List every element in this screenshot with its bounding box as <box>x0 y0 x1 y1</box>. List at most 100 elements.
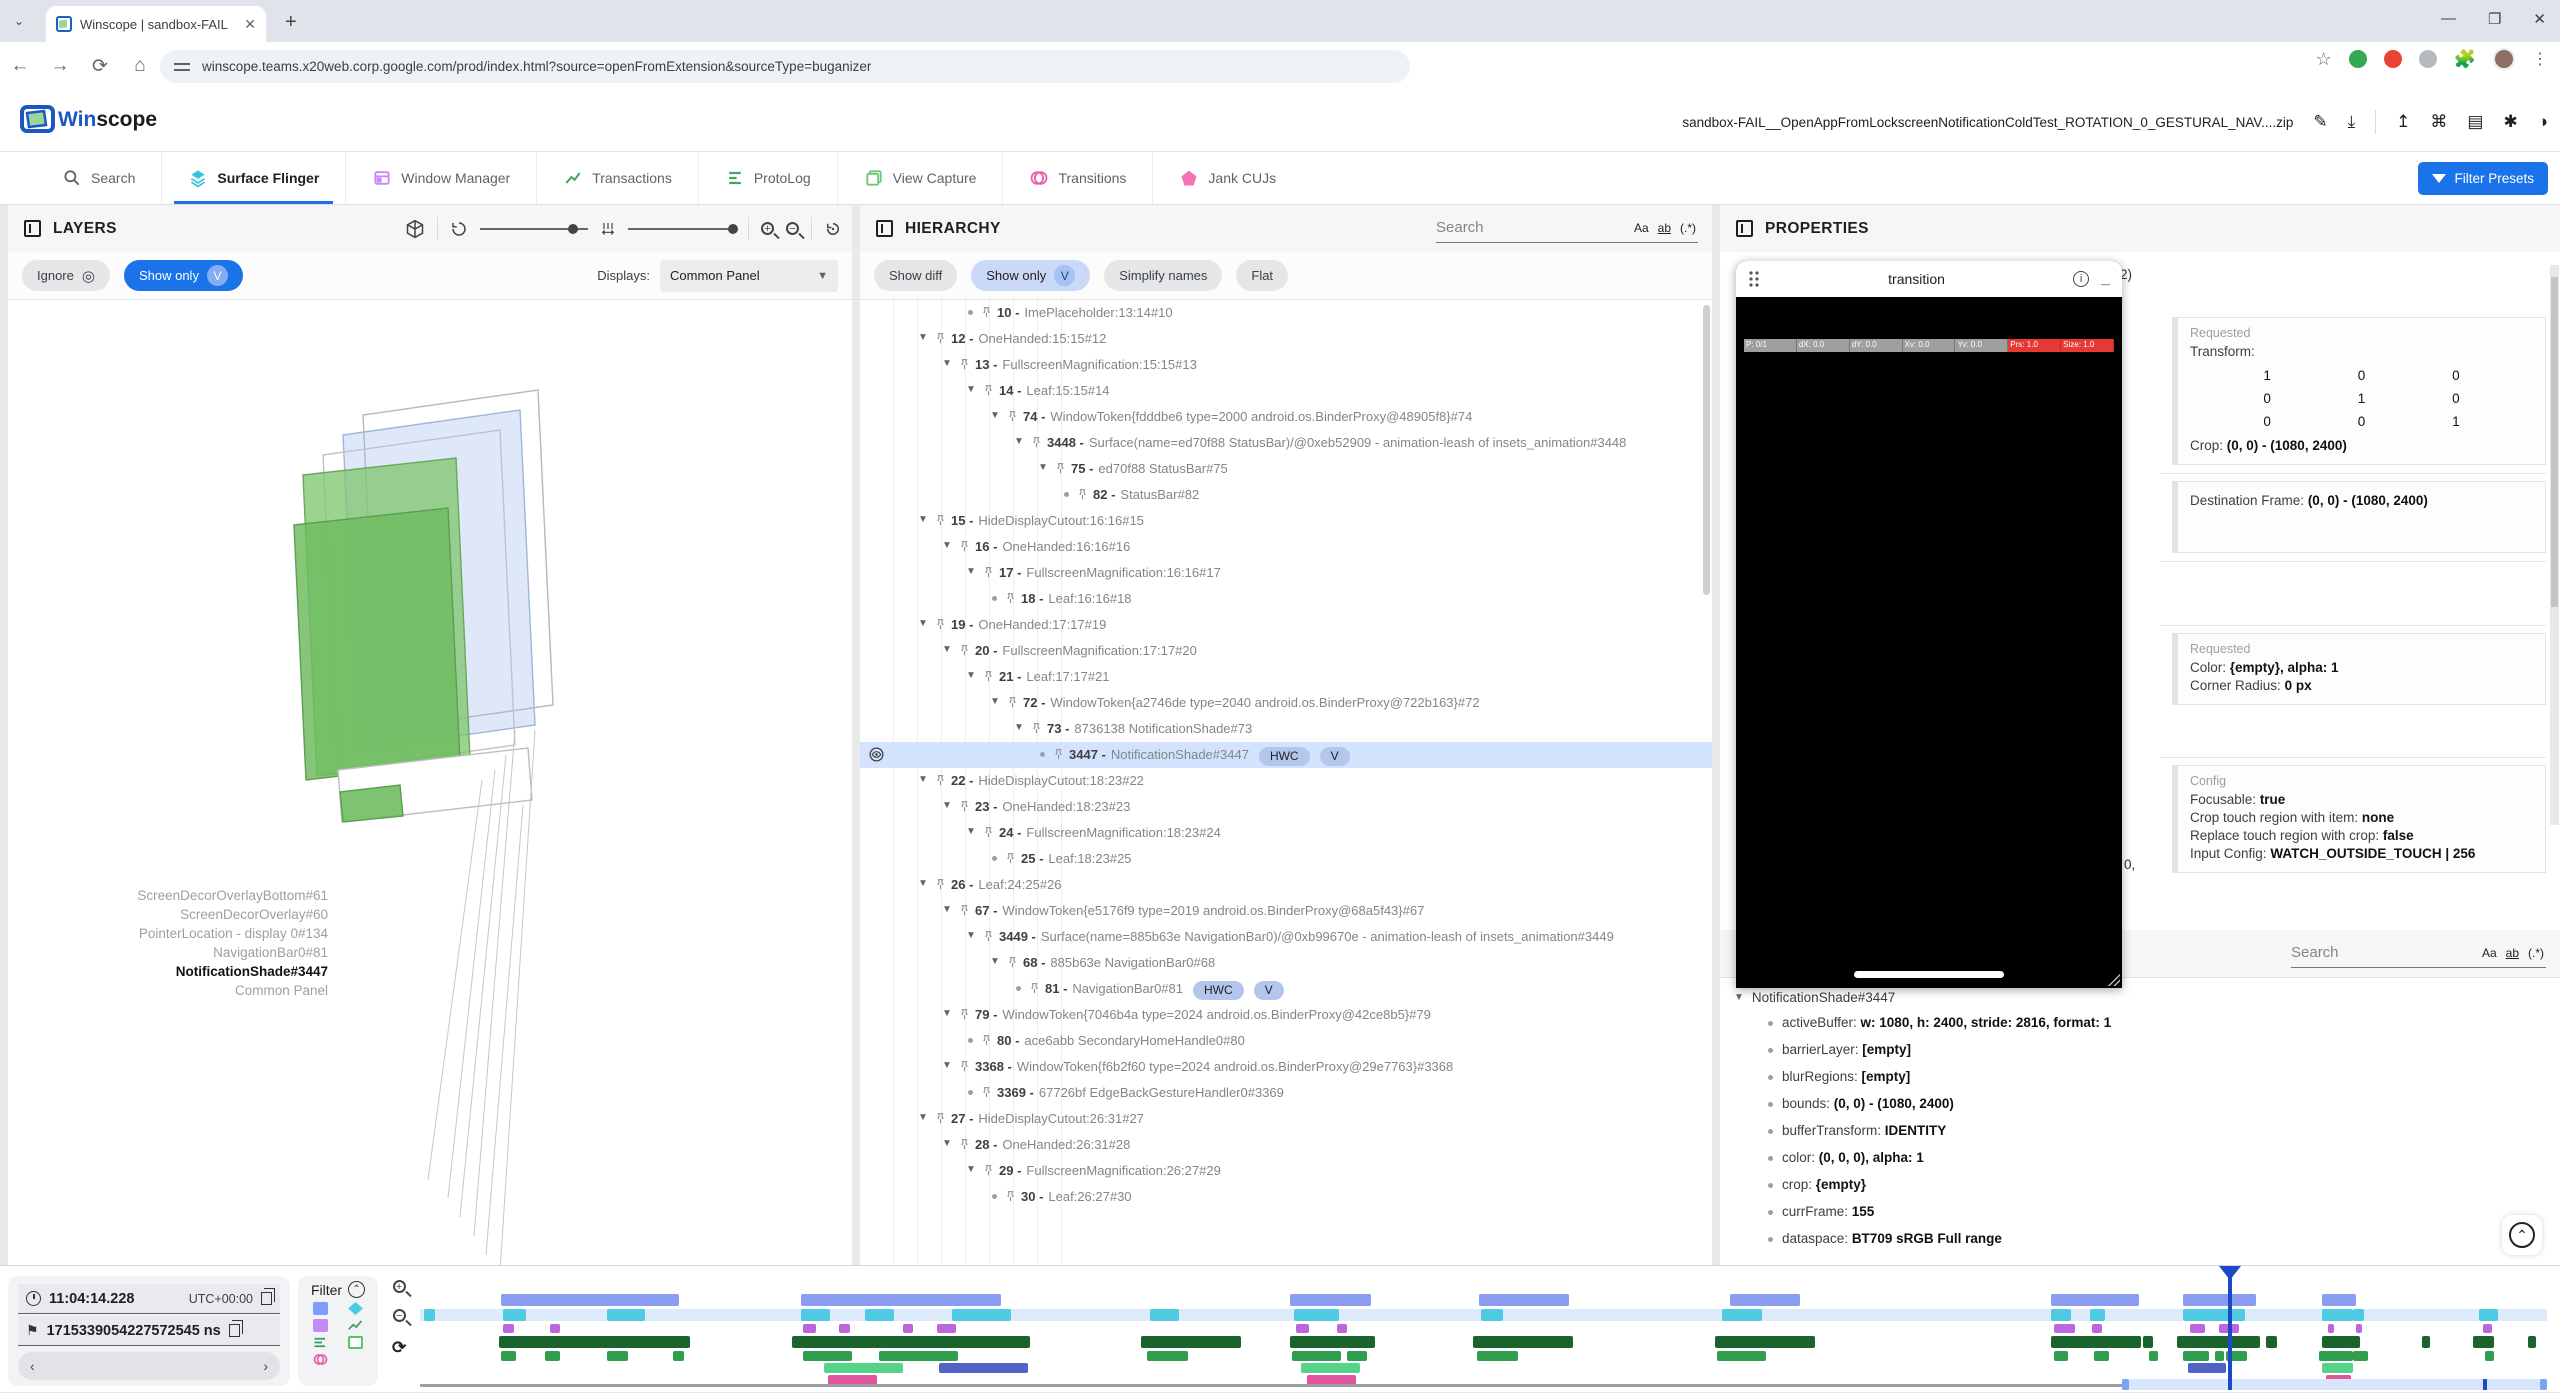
back-icon[interactable]: ← <box>0 55 40 77</box>
hierarchy-scrollbar[interactable] <box>1703 305 1710 595</box>
simplify-names-chip[interactable]: Simplify names <box>1104 260 1222 291</box>
collapse-panel-icon[interactable] <box>876 220 893 237</box>
chevron-down-icon[interactable]: ▼ <box>1038 462 1052 475</box>
pin-icon[interactable] <box>1004 852 1017 865</box>
drag-handle-icon[interactable] <box>1748 270 1760 288</box>
chevron-down-icon[interactable]: ▼ <box>966 566 980 579</box>
tree-row[interactable]: ▼17 -FullscreenMagnification:16:16#17 <box>860 560 1712 586</box>
copy-icon[interactable] <box>261 1292 272 1305</box>
pin-icon[interactable] <box>980 1086 993 1099</box>
pin-icon[interactable] <box>958 644 971 657</box>
chevron-down-icon[interactable]: ▼ <box>1734 992 1744 1003</box>
tree-row[interactable]: 30 -Leaf:26:27#30 <box>860 1184 1712 1210</box>
url-bar[interactable]: winscope.teams.x20web.corp.google.com/pr… <box>160 50 1410 83</box>
chevron-down-icon[interactable]: ▼ <box>918 514 932 527</box>
tab-jank-cujs[interactable]: Jank CUJs <box>1152 152 1302 204</box>
upload-icon[interactable]: ↥ <box>2396 112 2410 132</box>
pin-icon[interactable] <box>1076 488 1089 501</box>
pin-icon[interactable] <box>934 1112 947 1125</box>
reload-icon[interactable]: ⟳ <box>80 55 120 78</box>
layer-label[interactable]: ScreenDecorOverlayBottom#61 <box>137 888 328 903</box>
tree-row[interactable]: ▼16 -OneHanded:16:16#16 <box>860 534 1712 560</box>
chevron-down-icon[interactable]: ▼ <box>966 670 980 683</box>
tab-search[interactable]: Search <box>36 152 161 204</box>
extension-green-icon[interactable] <box>2349 50 2367 68</box>
chevron-down-icon[interactable]: ▼ <box>942 644 956 657</box>
match-case-icon[interactable]: Aa <box>2482 946 2497 960</box>
property-row[interactable]: bufferTransform: IDENTITY <box>1720 1117 2560 1144</box>
timeline-tracks[interactable] <box>420 1266 2547 1393</box>
download-icon[interactable]: ⤓ <box>2348 112 2356 132</box>
report-bug-icon[interactable]: ✱ <box>2503 112 2517 132</box>
tree-row[interactable]: ▼12 -OneHanded:15:15#12 <box>860 326 1712 352</box>
tree-row[interactable]: 10 -ImePlaceholder:13:14#10 <box>860 300 1712 326</box>
copy-icon[interactable] <box>229 1324 240 1337</box>
site-settings-icon[interactable] <box>174 60 190 74</box>
range-handle-right[interactable] <box>2540 1379 2547 1390</box>
pin-icon[interactable] <box>958 1008 971 1021</box>
swirl-icon[interactable] <box>313 1353 328 1366</box>
tab-window-manager[interactable]: Window Manager <box>345 152 536 204</box>
pin-icon[interactable] <box>1006 410 1019 423</box>
visibility-eye-icon[interactable] <box>868 746 885 763</box>
tree-row[interactable]: ▼75 -ed70f88 StatusBar#75 <box>860 456 1712 482</box>
tree-row[interactable]: ▼74 -WindowToken{fdddbe6 type=2000 andro… <box>860 404 1712 430</box>
chevron-down-icon[interactable]: ▼ <box>918 774 932 787</box>
chevron-down-icon[interactable]: ▼ <box>1014 436 1028 449</box>
tree-row[interactable]: ▼3449 -Surface(name=885b63e NavigationBa… <box>860 924 1712 950</box>
tree-row[interactable]: 3447 -NotificationShade#3447HWCV <box>860 742 1712 768</box>
tree-row[interactable]: ▼13 -FullscreenMagnification:15:15#13 <box>860 352 1712 378</box>
tree-row[interactable]: ▼27 -HideDisplayCutout:26:31#27 <box>860 1106 1712 1132</box>
collapse-panel-icon[interactable] <box>1736 220 1753 237</box>
show-diff-chip[interactable]: Show diff <box>874 260 957 291</box>
pin-icon[interactable] <box>958 904 971 917</box>
property-row[interactable]: activeBuffer: w: 1080, h: 2400, stride: … <box>1720 1009 2560 1036</box>
chevron-down-icon[interactable]: ▼ <box>942 1138 956 1151</box>
timeline-zoom-in-icon[interactable] <box>393 1280 406 1293</box>
scroll-to-top-button[interactable]: ⌃ <box>2502 1215 2542 1255</box>
layer-label[interactable]: ScreenDecorOverlay#60 <box>180 907 328 922</box>
collapse-filter-icon[interactable]: ⌃ <box>348 1281 365 1298</box>
tree-row[interactable]: ▼67 -WindowToken{e5176f9 type=2019 andro… <box>860 898 1712 924</box>
chevron-down-icon[interactable]: ▼ <box>966 384 980 397</box>
tab-transitions[interactable]: Transitions <box>1002 152 1152 204</box>
frames-icon[interactable] <box>348 1336 363 1349</box>
displays-select[interactable]: Common Panel▼ <box>660 260 838 292</box>
tree-row[interactable]: ▼24 -FullscreenMagnification:18:23#24 <box>860 820 1712 846</box>
match-word-icon[interactable]: ab <box>2506 946 2519 960</box>
chevron-down-icon[interactable]: ▼ <box>942 1008 956 1021</box>
chevron-down-icon[interactable]: ▼ <box>990 696 1004 709</box>
collapse-panel-icon[interactable] <box>24 220 41 237</box>
chevron-down-icon[interactable]: ▼ <box>942 904 956 917</box>
pin-icon[interactable] <box>982 566 995 579</box>
chart-icon[interactable] <box>348 1319 363 1332</box>
3d-cube-icon[interactable] <box>405 219 425 239</box>
tab-search-icon[interactable]: ⌄ <box>14 14 24 28</box>
layers-3d-view[interactable]: ScreenDecorOverlayBottom#61 ScreenDecorOv… <box>8 300 852 1265</box>
chevron-down-icon[interactable]: ▼ <box>918 1112 932 1125</box>
chevron-down-icon[interactable]: ▼ <box>942 358 956 371</box>
range-handle-left[interactable] <box>2122 1379 2129 1390</box>
layer-label[interactable]: NavigationBar0#81 <box>213 945 328 960</box>
tree-row[interactable]: ▼68 -885b63e NavigationBar0#68 <box>860 950 1712 976</box>
dark-mode-icon[interactable]: ◑ <box>2538 112 2548 132</box>
spacing-icon[interactable] <box>600 220 616 238</box>
maximize-window-icon[interactable]: ❐ <box>2488 10 2501 28</box>
bookmark-star-icon[interactable]: ☆ <box>2315 49 2331 70</box>
rotation-slider[interactable] <box>480 228 588 230</box>
match-word-icon[interactable]: ab <box>1658 221 1671 235</box>
layer-label[interactable]: PointerLocation - display 0#134 <box>139 926 328 941</box>
pin-icon[interactable] <box>958 1138 971 1151</box>
tree-row[interactable]: ▼26 -Leaf:24:25#26 <box>860 872 1712 898</box>
rotate-icon[interactable] <box>450 220 468 238</box>
tree-row[interactable]: ▼29 -FullscreenMagnification:26:27#29 <box>860 1158 1712 1184</box>
pin-icon[interactable] <box>1030 722 1043 735</box>
tab-protolog[interactable]: ProtoLog <box>698 152 837 204</box>
show-only-chip[interactable]: Show only V <box>971 260 1090 291</box>
tree-row[interactable]: ▼20 -FullscreenMagnification:17:17#20 <box>860 638 1712 664</box>
pin-icon[interactable] <box>934 878 947 891</box>
pin-icon[interactable] <box>1006 696 1019 709</box>
chevron-down-icon[interactable]: ▼ <box>942 800 956 813</box>
property-row[interactable]: bounds: (0, 0) - (1080, 2400) <box>1720 1090 2560 1117</box>
spacing-slider[interactable] <box>628 228 736 230</box>
